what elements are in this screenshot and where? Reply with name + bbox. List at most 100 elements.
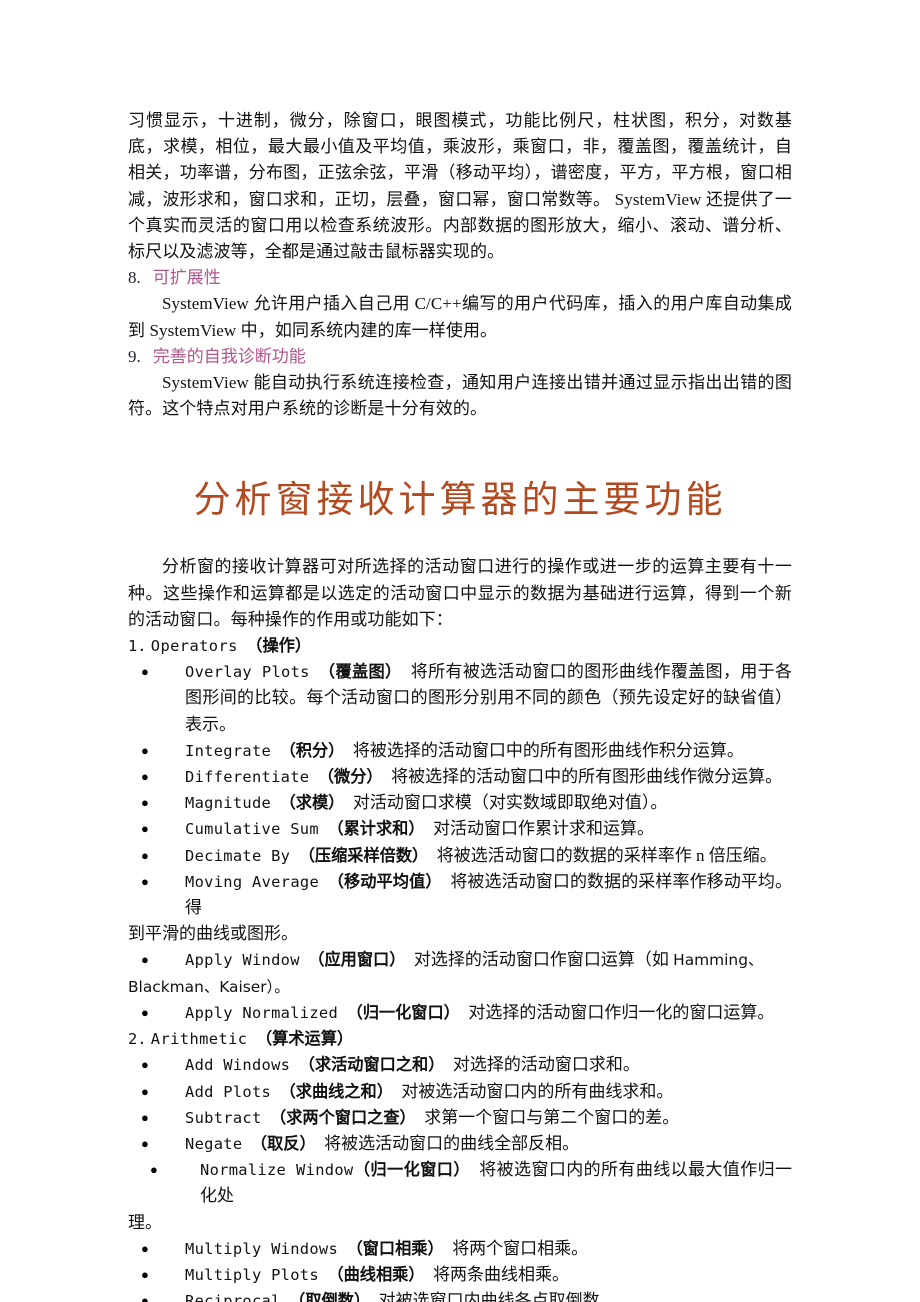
item-description: 求第一个窗口与第二个窗口的差。	[424, 1107, 680, 1127]
item-english: Decimate By	[185, 846, 291, 865]
item-description: 将两个窗口相乘。	[452, 1238, 589, 1258]
bullet-dot-icon: ●	[141, 795, 149, 811]
bullet-dot-icon: ●	[141, 847, 149, 863]
item-description: 将被选活动窗口的曲线全部反相。	[324, 1133, 580, 1153]
list-item: ● Differentiate （微分） 将被选择的活动窗口中的所有图形曲线作微分…	[128, 764, 792, 790]
group-number-1: 1.	[128, 637, 147, 656]
group-number-2: 2.	[128, 1030, 147, 1049]
section-body-8: SystemView 允许用户插入自己用 C/C++编写的用户代码库，插入的用户…	[128, 294, 792, 340]
item-chinese: （覆盖图）	[318, 662, 402, 682]
item-description: 对活动窗口作累计求和运算。	[433, 819, 655, 839]
list-item: ● Add Windows （求活动窗口之和） 对选择的活动窗口求和。	[128, 1052, 792, 1078]
bullet-dot-icon: ●	[141, 1293, 149, 1302]
bullet-dot-icon: ●	[141, 1240, 149, 1256]
list-item: ● Overlay Plots （覆盖图） 将所有被选活动窗口的图形曲线作覆盖图，…	[128, 659, 792, 738]
list-item: ● Negate （取反） 将被选活动窗口的曲线全部反相。	[128, 1131, 792, 1157]
list-item: ● Normalize Window（归一化窗口） 将被选窗口内的所有曲线以最大值…	[128, 1157, 792, 1209]
item-english: Magnitude	[185, 794, 272, 813]
bullet-dot-icon: ●	[141, 1057, 149, 1073]
item-chinese: （取反）	[250, 1133, 316, 1153]
item-english: Multiply Windows	[185, 1239, 339, 1258]
item-chinese: （求曲线之和）	[279, 1081, 393, 1101]
section-number-8: 8.	[128, 268, 141, 288]
item-description: 将被选择的活动窗口中的所有图形曲线作微分运算。	[391, 767, 783, 787]
item-english: Moving Average	[185, 872, 320, 891]
list-item: ● Moving Average （移动平均值） 将被选活动窗口的数据的采样率作移…	[128, 869, 792, 921]
item-english: Overlay Plots	[185, 663, 310, 682]
spacer-above-title	[128, 422, 792, 476]
list-item: ● Decimate By （压缩采样倍数） 将被选活动窗口的数据的采样率作 n …	[128, 843, 792, 869]
item-chinese: （累计求和）	[327, 819, 425, 839]
item-description-continued: Blackman、Kaiser）。	[128, 974, 792, 1000]
item-description: 对选择的活动窗口求和。	[452, 1055, 640, 1075]
list-item: ● Magnitude （求模） 对活动窗口求模（对实数域即取绝对值）。	[128, 790, 792, 816]
bullet-dot-icon: ●	[141, 742, 149, 758]
item-chinese: （归一化窗口）	[353, 1160, 470, 1180]
item-chinese: （积分）	[279, 740, 345, 760]
item-english: Apply Normalized	[185, 1003, 339, 1022]
item-chinese: （求两个窗口之查）	[270, 1107, 416, 1127]
main-intro-paragraph: 分析窗的接收计算器可对所选择的活动窗口进行的操作或进一步的运算主要有十一种。这些…	[128, 557, 792, 629]
bullet-dot-icon: ●	[150, 1162, 158, 1178]
bullet-dot-icon: ●	[141, 821, 149, 837]
section-heading-8: 8. 可扩展性	[128, 265, 792, 291]
item-english: Multiply Plots	[185, 1265, 319, 1284]
item-description: 将被选择的活动窗口中的所有图形曲线作积分运算。	[352, 740, 744, 760]
item-english: Add Plots	[185, 1082, 272, 1101]
list-item: ● Apply Normalized （归一化窗口） 对选择的活动窗口作归一化的窗…	[128, 1000, 792, 1026]
bullet-dot-icon: ●	[141, 664, 149, 680]
item-description-continued: 理。	[128, 1212, 162, 1232]
item-description: 对选择的活动窗口作归一化的窗口运算。	[468, 1002, 775, 1022]
list-item: ● Multiply Windows （窗口相乘） 将两个窗口相乘。	[128, 1236, 792, 1262]
item-english: Negate	[185, 1134, 243, 1153]
item-description: 对活动窗口求模（对实数域即取绝对值）。	[352, 793, 668, 813]
item-chinese: （取倒数）	[289, 1291, 371, 1302]
item-english: Normalize Window	[200, 1161, 354, 1180]
item-chinese: （窗口相乘）	[346, 1238, 444, 1258]
page-title: 分析窗接收计算器的主要功能	[193, 478, 727, 522]
spacer-below-title	[128, 524, 792, 554]
list-item: ● Integrate （积分） 将被选择的活动窗口中的所有图形曲线作积分运算。	[128, 738, 792, 764]
section-title-8: 可扩展性	[152, 268, 221, 288]
item-description-continued: 到平滑的曲线或图形。	[128, 924, 298, 944]
item-description: 将两条曲线相乘。	[433, 1264, 570, 1284]
item-description: 对选择的活动窗口作窗口运算（如	[413, 950, 674, 970]
item-description: 将被选活动窗口的数据的采样率作 n 倍压缩。	[436, 845, 777, 865]
group-chinese-1: （操作）	[246, 636, 312, 656]
item-english: Reciprocal	[185, 1292, 281, 1302]
section-number-9: 9.	[128, 346, 141, 366]
item-description-latin: Hamming、	[673, 951, 764, 970]
item-english: Integrate	[185, 741, 272, 760]
item-english: Add Windows	[185, 1056, 291, 1075]
document-page: 习惯显示，十进制，微分，除窗口，眼图模式，功能比例尺，柱状图，积分，对数基底，求…	[0, 0, 920, 1302]
group-heading-arithmetic: 2. Arithmetic （算术运算）	[128, 1026, 792, 1052]
section-body-9: SystemView 能自动执行系统连接检查，通知用户连接出错并通过显示指出出错…	[128, 373, 792, 419]
item-chinese: （移动平均值）	[327, 871, 442, 891]
list-item: ● Apply Window （应用窗口） 对选择的活动窗口作窗口运算（如 Ham…	[128, 947, 792, 973]
section-heading-9: 9. 完善的自我诊断功能	[128, 344, 792, 370]
item-chinese: （求模）	[279, 793, 345, 813]
item-chinese: （曲线相乘）	[327, 1264, 425, 1284]
item-english: Subtract	[185, 1108, 262, 1127]
intro-paragraph: 习惯显示，十进制，微分，除窗口，眼图模式，功能比例尺，柱状图，积分，对数基底，求…	[128, 111, 792, 262]
list-item: ● Add Plots （求曲线之和） 对被选活动窗口内的所有曲线求和。	[128, 1079, 792, 1105]
document-content: 习惯显示，十进制，微分，除窗口，眼图模式，功能比例尺，柱状图，积分，对数基底，求…	[128, 108, 792, 1302]
item-english: Cumulative Sum	[185, 820, 319, 839]
list-item: ● Subtract （求两个窗口之查） 求第一个窗口与第二个窗口的差。	[128, 1105, 792, 1131]
bullet-dot-icon: ●	[141, 1266, 149, 1282]
item-description: 对被选窗口内曲线各点取倒数。	[378, 1291, 617, 1302]
item-english: Differentiate	[185, 768, 310, 787]
group-heading-operators: 1. Operators （操作）	[128, 633, 792, 659]
item-chinese: （微分）	[317, 767, 383, 787]
section-title-9: 完善的自我诊断功能	[152, 346, 306, 366]
item-chinese: （求活动窗口之和）	[298, 1055, 445, 1075]
bullet-dot-icon: ●	[141, 769, 149, 785]
item-description: 对被选活动窗口内的所有曲线求和。	[401, 1081, 674, 1101]
list-item: ● Multiply Plots （曲线相乘） 将两条曲线相乘。	[128, 1262, 792, 1288]
item-english: Apply Window	[185, 951, 300, 970]
bullet-dot-icon: ●	[141, 1135, 149, 1151]
group-english-1: Operators	[150, 637, 238, 656]
bullet-dot-icon: ●	[141, 1083, 149, 1099]
list-item: ● Cumulative Sum （累计求和） 对活动窗口作累计求和运算。	[128, 816, 792, 842]
bullet-dot-icon: ●	[141, 873, 149, 889]
